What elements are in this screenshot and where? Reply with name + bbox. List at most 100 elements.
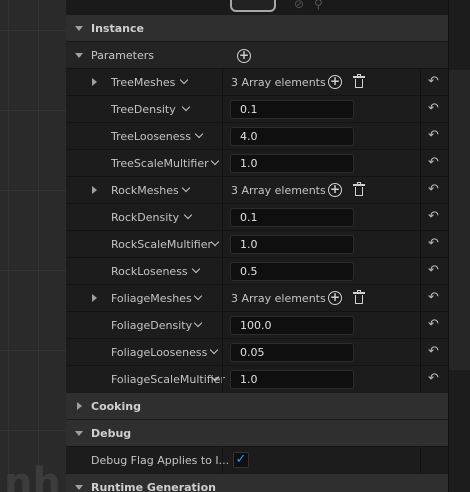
column-divider: [420, 150, 421, 177]
grid-line: [0, 110, 66, 111]
property-row-rockdensity: RockDensity 0.1 ↶: [66, 203, 448, 231]
array-count: 3 Array elements: [231, 76, 326, 89]
property-name-cell: FoliageDensity: [86, 312, 224, 339]
column-divider: [222, 366, 223, 393]
column-divider: [222, 177, 223, 204]
trash-icon[interactable]: [353, 182, 365, 197]
property-name: FoliageLooseness: [111, 346, 208, 359]
category-instance[interactable]: Instance: [66, 14, 448, 41]
number-field[interactable]: 0.1: [230, 208, 354, 227]
array-count: 3 Array elements: [231, 292, 326, 305]
property-name-cell: FoliageLooseness: [86, 339, 224, 366]
expand-arrow-icon[interactable]: [92, 294, 97, 302]
parameters-label: Parameters: [91, 49, 154, 62]
debug-flag-checkbox[interactable]: ✓: [233, 452, 249, 468]
number-field[interactable]: 0.5: [230, 262, 354, 281]
column-divider: [420, 69, 421, 96]
parameters-group[interactable]: Parameters +: [66, 41, 448, 68]
expand-arrow-icon[interactable]: [92, 78, 97, 86]
grid-line: [8, 0, 9, 492]
add-circle-icon[interactable]: +: [328, 75, 342, 89]
property-name: RockScaleMultifier: [111, 238, 212, 251]
expand-arrow-icon[interactable]: [77, 402, 82, 410]
grid-line: [0, 270, 66, 271]
grid-line: [0, 350, 66, 351]
reset-arrow-icon[interactable]: ↶: [428, 317, 439, 332]
find-icon[interactable]: ⚲: [314, 0, 323, 11]
reset-arrow-icon[interactable]: ↶: [428, 128, 439, 143]
column-divider: [222, 150, 223, 177]
reset-arrow-icon[interactable]: ↶: [428, 236, 439, 251]
column-divider: [420, 312, 421, 339]
number-field[interactable]: 1.0: [230, 154, 354, 173]
number-field[interactable]: 1.0: [230, 370, 354, 389]
collapse-arrow-icon[interactable]: [75, 26, 83, 31]
category-label: Instance: [91, 22, 144, 35]
category-label: Debug: [91, 427, 132, 440]
number-field[interactable]: 4.0: [230, 127, 354, 146]
category-debug[interactable]: Debug: [66, 419, 448, 446]
property-name: TreeDensity: [111, 103, 176, 116]
property-row-treedensity: TreeDensity 0.1 ↶: [66, 95, 448, 123]
property-row-treescalemultifier: TreeScaleMultifier 1.0 ↶: [66, 149, 448, 177]
column-divider: [222, 69, 223, 96]
viewport[interactable]: nh: [0, 0, 66, 492]
column-divider: [420, 447, 421, 474]
property-name: FoliageMeshes: [111, 292, 192, 305]
collapse-arrow-icon[interactable]: [75, 431, 83, 436]
property-name-cell: FoliageScaleMultifier: [86, 366, 225, 393]
number-field[interactable]: 0.1: [230, 100, 354, 119]
column-divider: [420, 366, 421, 393]
property-row-rockscalemultifier: RockScaleMultifier 1.0 ↶: [66, 230, 448, 258]
trash-icon[interactable]: [353, 290, 365, 305]
grid-line: [0, 190, 66, 191]
property-name: FoliageScaleMultifier: [111, 373, 225, 386]
reset-arrow-icon[interactable]: ↶: [428, 182, 439, 197]
property-name-cell: TreeScaleMultifier: [86, 150, 224, 177]
property-row-debug-flag: Debug Flag Applies to I... ✓: [66, 446, 448, 474]
property-name: RockDensity: [111, 211, 180, 224]
expand-arrow-icon[interactable]: [92, 186, 97, 194]
category-cooking[interactable]: Cooking: [66, 392, 448, 419]
reset-arrow-icon[interactable]: ↶: [428, 209, 439, 224]
property-name: TreeScaleMultifier: [111, 157, 209, 170]
property-row-foliagemeshes: FoliageMeshes 3 Array elements + ↶: [66, 284, 448, 312]
category-label: Cooking: [91, 400, 141, 413]
browse-icon[interactable]: ⊘: [294, 0, 304, 11]
property-name-cell: TreeLooseness: [86, 123, 224, 150]
property-row-foliagelooseness: FoliageLooseness 0.05 ↶: [66, 338, 448, 366]
collapse-arrow-icon[interactable]: [75, 53, 83, 58]
trash-icon[interactable]: [353, 74, 365, 89]
reset-arrow-icon[interactable]: ↶: [428, 290, 439, 305]
add-circle-icon[interactable]: +: [328, 291, 342, 305]
collapse-arrow-icon[interactable]: [75, 485, 83, 490]
column-divider: [222, 258, 223, 285]
reset-arrow-icon[interactable]: ↶: [428, 155, 439, 170]
reset-arrow-icon[interactable]: ↶: [428, 101, 439, 116]
property-name-cell: RockScaleMultifier: [86, 231, 224, 258]
category-runtime-generation[interactable]: Runtime Generation: [66, 473, 448, 492]
property-name-cell: RockDensity: [86, 204, 224, 231]
add-circle-icon[interactable]: +: [237, 49, 251, 63]
property-name-cell: TreeDensity: [86, 96, 224, 123]
add-circle-icon[interactable]: +: [328, 183, 342, 197]
side-panel-block: [449, 70, 470, 370]
property-name-cell: FoliageMeshes: [86, 285, 224, 312]
column-divider: [420, 231, 421, 258]
column-divider: [420, 204, 421, 231]
top-bar: ⊘ ⚲: [66, 0, 448, 14]
reset-arrow-icon[interactable]: ↶: [428, 371, 439, 386]
number-field[interactable]: 0.05: [230, 343, 354, 362]
column-divider: [420, 123, 421, 150]
property-name: Debug Flag Applies to I...: [91, 454, 230, 467]
reset-arrow-icon[interactable]: ↶: [428, 263, 439, 278]
column-divider: [222, 312, 223, 339]
grid-line: [38, 0, 39, 492]
number-field[interactable]: 1.0: [230, 235, 354, 254]
reset-arrow-icon[interactable]: ↶: [428, 344, 439, 359]
asset-thumbnail[interactable]: [230, 0, 276, 12]
property-name-cell: RockLoseness: [86, 258, 224, 285]
property-name: TreeLooseness: [111, 130, 192, 143]
reset-arrow-icon[interactable]: ↶: [428, 74, 439, 89]
number-field[interactable]: 100.0: [230, 316, 354, 335]
